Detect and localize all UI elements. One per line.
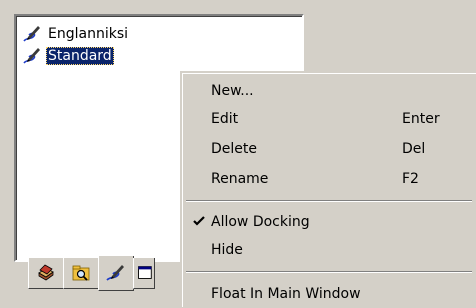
menu-item-label: Delete (211, 141, 257, 157)
list-item-englanniksi[interactable]: Englanniksi (22, 24, 130, 44)
menu-item-rename[interactable]: Rename F2 (182, 165, 476, 193)
menu-item-float-in-main-window[interactable]: Float In Main Window (182, 280, 476, 308)
menu-item-delete[interactable]: Delete Del (182, 135, 476, 163)
menu-item-shortcut: Del (402, 141, 426, 157)
menu-item-label: Hide (211, 242, 243, 258)
tab-book-stack[interactable] (28, 258, 64, 289)
menu-item-label: Edit (211, 111, 239, 127)
menu-separator (186, 271, 472, 273)
context-menu: New... Edit Enter Delete Del Rename F2 A… (181, 72, 476, 307)
book-stack-icon (38, 264, 54, 281)
menu-separator (186, 200, 472, 202)
tab-pen[interactable] (98, 256, 134, 291)
menu-item-hide[interactable]: Hide (182, 236, 476, 264)
menu-item-label: Float In Main Window (211, 286, 361, 302)
menu-item-edit[interactable]: Edit Enter (182, 105, 476, 133)
pen-icon (23, 48, 40, 64)
checkmark-icon (193, 216, 205, 226)
menu-item-label: New... (211, 83, 254, 99)
search-folder-icon (72, 265, 90, 281)
menu-item-shortcut: F2 (402, 171, 419, 187)
list-item-label: Standard (46, 47, 114, 65)
window-icon (138, 266, 152, 279)
list-item-label: Englanniksi (48, 26, 129, 42)
pen-icon (23, 26, 40, 42)
list-item-standard[interactable]: Standard (22, 46, 114, 66)
menu-item-label: Rename (211, 171, 269, 187)
pen-icon (106, 265, 124, 281)
tab-window[interactable] (133, 258, 155, 289)
menu-item-shortcut: Enter (402, 111, 440, 127)
tab-search-folder[interactable] (63, 258, 99, 289)
menu-item-new[interactable]: New... (182, 77, 476, 105)
menu-item-label: Allow Docking (211, 214, 310, 230)
menu-item-allow-docking[interactable]: Allow Docking (182, 208, 476, 236)
